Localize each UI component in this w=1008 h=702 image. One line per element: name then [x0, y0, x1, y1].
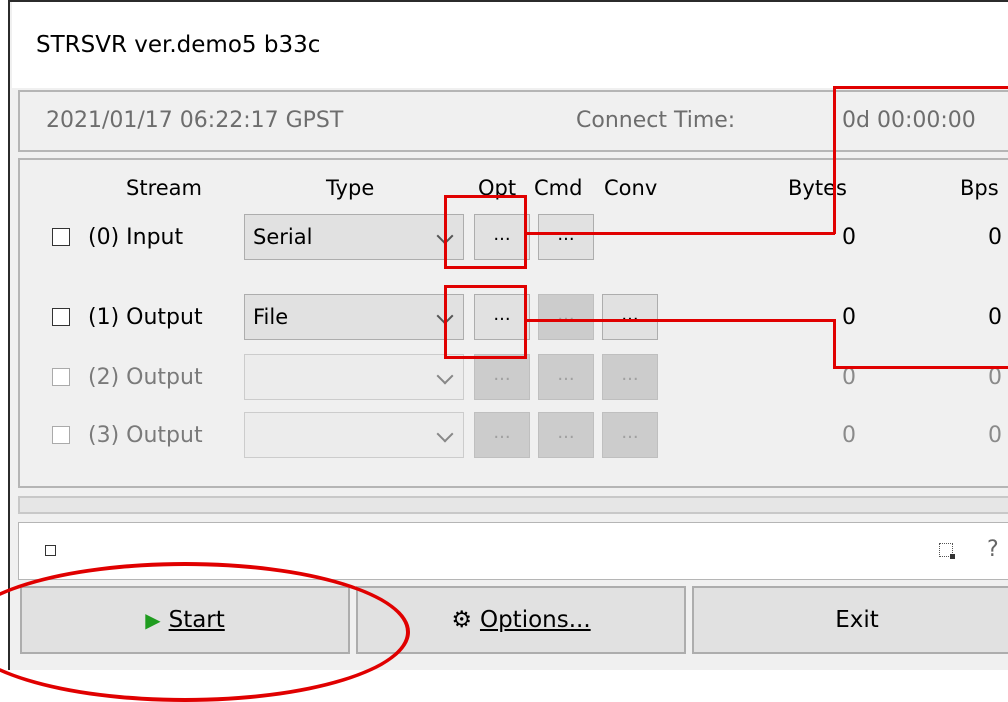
- exit-button[interactable]: Exit: [692, 586, 1008, 654]
- stream-0-cmd-button[interactable]: ...: [538, 214, 594, 260]
- annotation-box-opt-input: [444, 195, 527, 269]
- header-bytes: Bytes: [788, 176, 847, 200]
- connect-time-value: 0d 00:00:00: [842, 108, 976, 133]
- stream-0-checkbox[interactable]: [52, 228, 70, 246]
- annotation-ellipse-start: [0, 562, 410, 702]
- stream-1-checkbox[interactable]: [52, 308, 70, 326]
- help-button[interactable]: ?: [987, 537, 999, 562]
- stream-row-3: (3) Output ... ... ... 0 0: [20, 410, 1008, 464]
- stream-2-cmd-button[interactable]: ...: [538, 354, 594, 400]
- stream-1-bytes: 0: [842, 305, 856, 330]
- header-type: Type: [326, 176, 375, 200]
- stream-2-conv-button[interactable]: ...: [602, 354, 658, 400]
- annotation-line-1: [527, 232, 835, 235]
- stream-3-label: (3) Output: [88, 423, 203, 448]
- stream-3-checkbox[interactable]: [52, 426, 70, 444]
- stream-1-type-value: File: [253, 305, 289, 329]
- stream-1-label: (1) Output: [88, 305, 203, 330]
- stream-0-type-value: Serial: [253, 225, 313, 249]
- stream-2-opt-button[interactable]: ...: [474, 354, 530, 400]
- header-bps: Bps: [960, 176, 999, 200]
- stream-3-bps: 0: [988, 423, 1002, 448]
- exit-button-label: Exit: [835, 607, 879, 633]
- time-info-bar: 2021/01/17 06:22:17 GPST Connect Time: 0…: [18, 90, 1008, 152]
- stream-2-checkbox[interactable]: [52, 368, 70, 386]
- connect-time-label: Connect Time:: [576, 108, 736, 133]
- options-button-label: Options...: [479, 607, 591, 633]
- annotation-line-3: [833, 86, 836, 234]
- annotation-line-6: [833, 366, 1008, 369]
- stream-1-bps: 0: [988, 305, 1002, 330]
- title-bar: STRSVR ver.demo5 b33c: [12, 2, 1008, 88]
- header-cmd: Cmd: [534, 176, 583, 200]
- stream-3-conv-button[interactable]: ...: [602, 412, 658, 458]
- stream-0-bps: 0: [988, 225, 1002, 250]
- stream-2-type-select[interactable]: [244, 354, 464, 400]
- annotation-line-5: [833, 86, 1008, 89]
- stream-3-cmd-button[interactable]: ...: [538, 412, 594, 458]
- gear-icon: ⚙: [451, 607, 472, 633]
- stream-3-bytes: 0: [842, 423, 856, 448]
- chevron-down-icon: [436, 425, 454, 443]
- header-conv: Conv: [604, 176, 658, 200]
- progress-bar: [18, 496, 1008, 514]
- stream-1-type-select[interactable]: File: [244, 294, 464, 340]
- annotation-box-opt-output: [444, 285, 527, 359]
- stream-3-type-select[interactable]: [244, 412, 464, 458]
- stream-1-conv-button[interactable]: ...: [602, 294, 658, 340]
- annotation-line-4: [833, 319, 836, 369]
- stream-2-label: (2) Output: [88, 365, 203, 390]
- stream-row-2: (2) Output ... ... ... 0 0: [20, 352, 1008, 406]
- window-icon[interactable]: [939, 543, 955, 559]
- chevron-down-icon: [436, 367, 454, 385]
- annotation-line-2: [527, 319, 835, 322]
- stream-0-bytes: 0: [842, 225, 856, 250]
- stream-0-type-select[interactable]: Serial: [244, 214, 464, 260]
- stream-1-cmd-button[interactable]: ...: [538, 294, 594, 340]
- stream-3-opt-button[interactable]: ...: [474, 412, 530, 458]
- current-time: 2021/01/17 06:22:17 GPST: [46, 108, 344, 133]
- window-title: STRSVR ver.demo5 b33c: [36, 32, 321, 58]
- stream-0-label: (0) Input: [88, 225, 184, 250]
- square-icon[interactable]: [45, 545, 56, 556]
- header-stream: Stream: [126, 176, 202, 200]
